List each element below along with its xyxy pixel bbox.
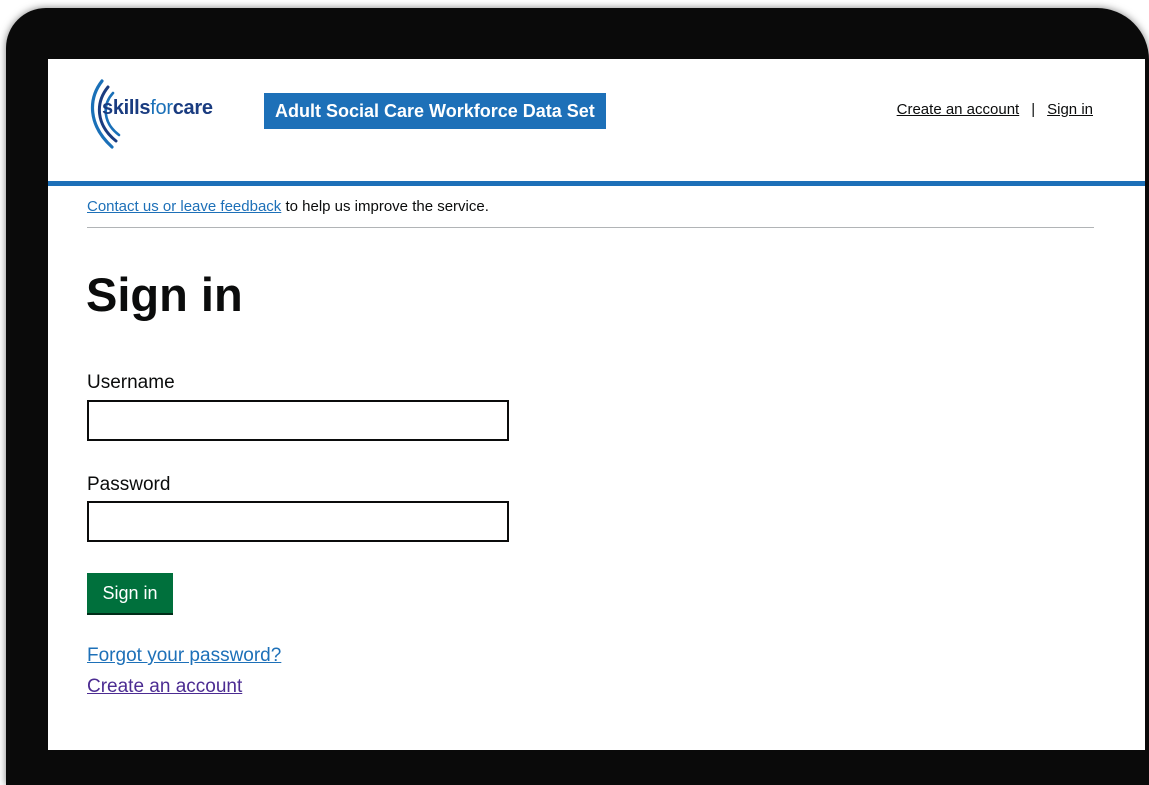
device-frame: skillsforcare Adult Social Care Workforc…	[6, 8, 1149, 785]
site-header: skillsforcare Adult Social Care Workforc…	[48, 59, 1145, 186]
nav-separator: |	[1031, 101, 1036, 118]
browser-viewport: skillsforcare Adult Social Care Workforc…	[48, 59, 1145, 750]
page-title: Sign in	[86, 268, 243, 321]
header-sign-in-link[interactable]: Sign in	[1047, 101, 1093, 118]
logo-word-care: care	[172, 97, 213, 119]
logo-wordmark: skillsforcare	[102, 97, 213, 120]
logo-word-skills: skills	[102, 97, 151, 119]
create-account-link[interactable]: Create an account	[87, 676, 242, 698]
feedback-banner: Contact us or leave feedback to help us …	[87, 198, 489, 215]
username-label: Username	[87, 372, 175, 393]
password-input[interactable]	[87, 501, 509, 542]
header-create-account-link[interactable]: Create an account	[897, 101, 1020, 118]
feedback-divider	[87, 227, 1094, 228]
header-blue-rule	[48, 181, 1145, 186]
username-input[interactable]	[87, 400, 509, 441]
password-label: Password	[87, 474, 171, 495]
header-account-nav: Create an account | Sign in	[897, 101, 1093, 118]
contact-feedback-link[interactable]: Contact us or leave feedback	[87, 198, 281, 215]
forgot-password-link[interactable]: Forgot your password?	[87, 645, 281, 667]
service-name-badge[interactable]: Adult Social Care Workforce Data Set	[264, 93, 606, 129]
logo-word-for: for	[150, 97, 173, 119]
sign-in-button[interactable]: Sign in	[87, 573, 173, 613]
feedback-text: to help us improve the service.	[281, 198, 489, 215]
skills-for-care-logo[interactable]: skillsforcare	[86, 77, 256, 153]
